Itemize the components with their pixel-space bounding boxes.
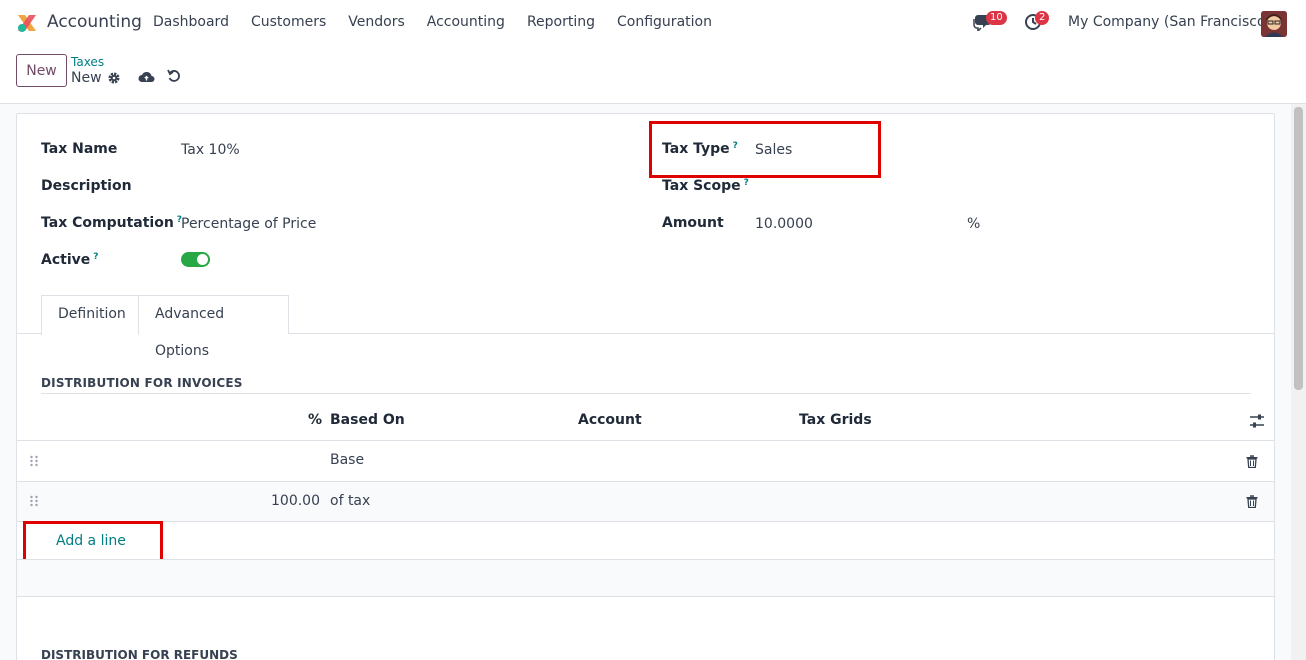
top-navbar: Accounting Dashboard Customers Vendors A… (0, 0, 1306, 46)
menu-reporting[interactable]: Reporting (527, 14, 595, 30)
trash-icon[interactable] (1246, 455, 1258, 468)
notebook-tabs: Definition Advanced Options (17, 295, 1274, 359)
row-based-on[interactable]: of tax (330, 493, 370, 509)
amount-field[interactable]: 10.0000 (755, 216, 813, 232)
column-settings-icon[interactable] (1249, 413, 1265, 429)
form-sheet: Tax Name Tax 10% Description Tax Computa… (16, 113, 1275, 660)
tax-scope-label: Tax Scope? (662, 178, 749, 194)
tax-computation-select[interactable]: Percentage of Price (181, 216, 316, 232)
app-name[interactable]: Accounting (47, 12, 142, 32)
chat-count-badge: 10 (986, 11, 1007, 25)
description-label: Description (41, 178, 132, 194)
add-line-row: Add a line (17, 521, 1274, 559)
trash-icon[interactable] (1246, 495, 1258, 508)
amount-label: Amount (662, 215, 724, 231)
control-panel: New Taxes New (0, 46, 1306, 104)
table-row[interactable]: 100.00 of tax (17, 481, 1274, 521)
table-row[interactable]: Base (17, 440, 1274, 481)
gear-icon[interactable] (107, 71, 121, 85)
tab-advanced-options[interactable]: Advanced Options (139, 295, 289, 359)
active-label: Active? (41, 252, 99, 268)
menu-customers[interactable]: Customers (251, 14, 326, 30)
breadcrumb-current: New (71, 70, 102, 86)
column-account[interactable]: Account (578, 412, 642, 428)
company-switcher[interactable]: My Company (San Francisco) (1068, 14, 1271, 30)
column-percent[interactable]: % (308, 412, 322, 428)
menu-dashboard[interactable]: Dashboard (153, 14, 229, 30)
active-toggle[interactable] (181, 252, 210, 267)
help-icon[interactable]: ? (744, 178, 749, 188)
user-avatar[interactable] (1261, 11, 1287, 37)
main-menu: Dashboard Customers Vendors Accounting R… (153, 14, 712, 30)
amount-unit: % (967, 216, 981, 232)
column-tax-grids[interactable]: Tax Grids (799, 412, 872, 428)
section-divider (41, 393, 1251, 394)
accounting-app-icon[interactable] (16, 12, 38, 34)
menu-vendors[interactable]: Vendors (348, 14, 404, 30)
tax-name-label: Tax Name (41, 141, 118, 157)
table-empty-row (17, 559, 1274, 597)
drag-handle-icon[interactable] (29, 495, 39, 507)
column-based-on[interactable]: Based On (330, 412, 405, 428)
drag-handle-icon[interactable] (29, 455, 39, 467)
add-line-highlight-box (23, 521, 163, 564)
breadcrumb-taxes[interactable]: Taxes (71, 55, 104, 69)
menu-accounting[interactable]: Accounting (427, 14, 505, 30)
save-cloud-icon[interactable] (138, 70, 155, 84)
menu-configuration[interactable]: Configuration (617, 14, 712, 30)
page-scrollbar-thumb[interactable] (1294, 107, 1303, 390)
new-record-button[interactable]: New (16, 54, 67, 87)
tax-computation-label: Tax Computation? (41, 215, 183, 231)
help-icon[interactable]: ? (93, 252, 98, 262)
row-based-on[interactable]: Base (330, 452, 364, 468)
discard-undo-icon[interactable] (167, 69, 181, 83)
tax-name-field[interactable]: Tax 10% (181, 142, 240, 158)
row-percent[interactable]: 100.00 (271, 493, 320, 509)
tax-scope-select[interactable] (755, 178, 975, 198)
distribution-refunds-title: DISTRIBUTION FOR REFUNDS (41, 648, 238, 660)
activity-count-badge: 2 (1035, 11, 1050, 25)
description-field[interactable] (181, 178, 621, 198)
tax-type-highlight-box (649, 121, 881, 178)
distribution-invoices-title: DISTRIBUTION FOR INVOICES (41, 376, 243, 390)
tab-definition[interactable]: Definition (41, 295, 139, 335)
